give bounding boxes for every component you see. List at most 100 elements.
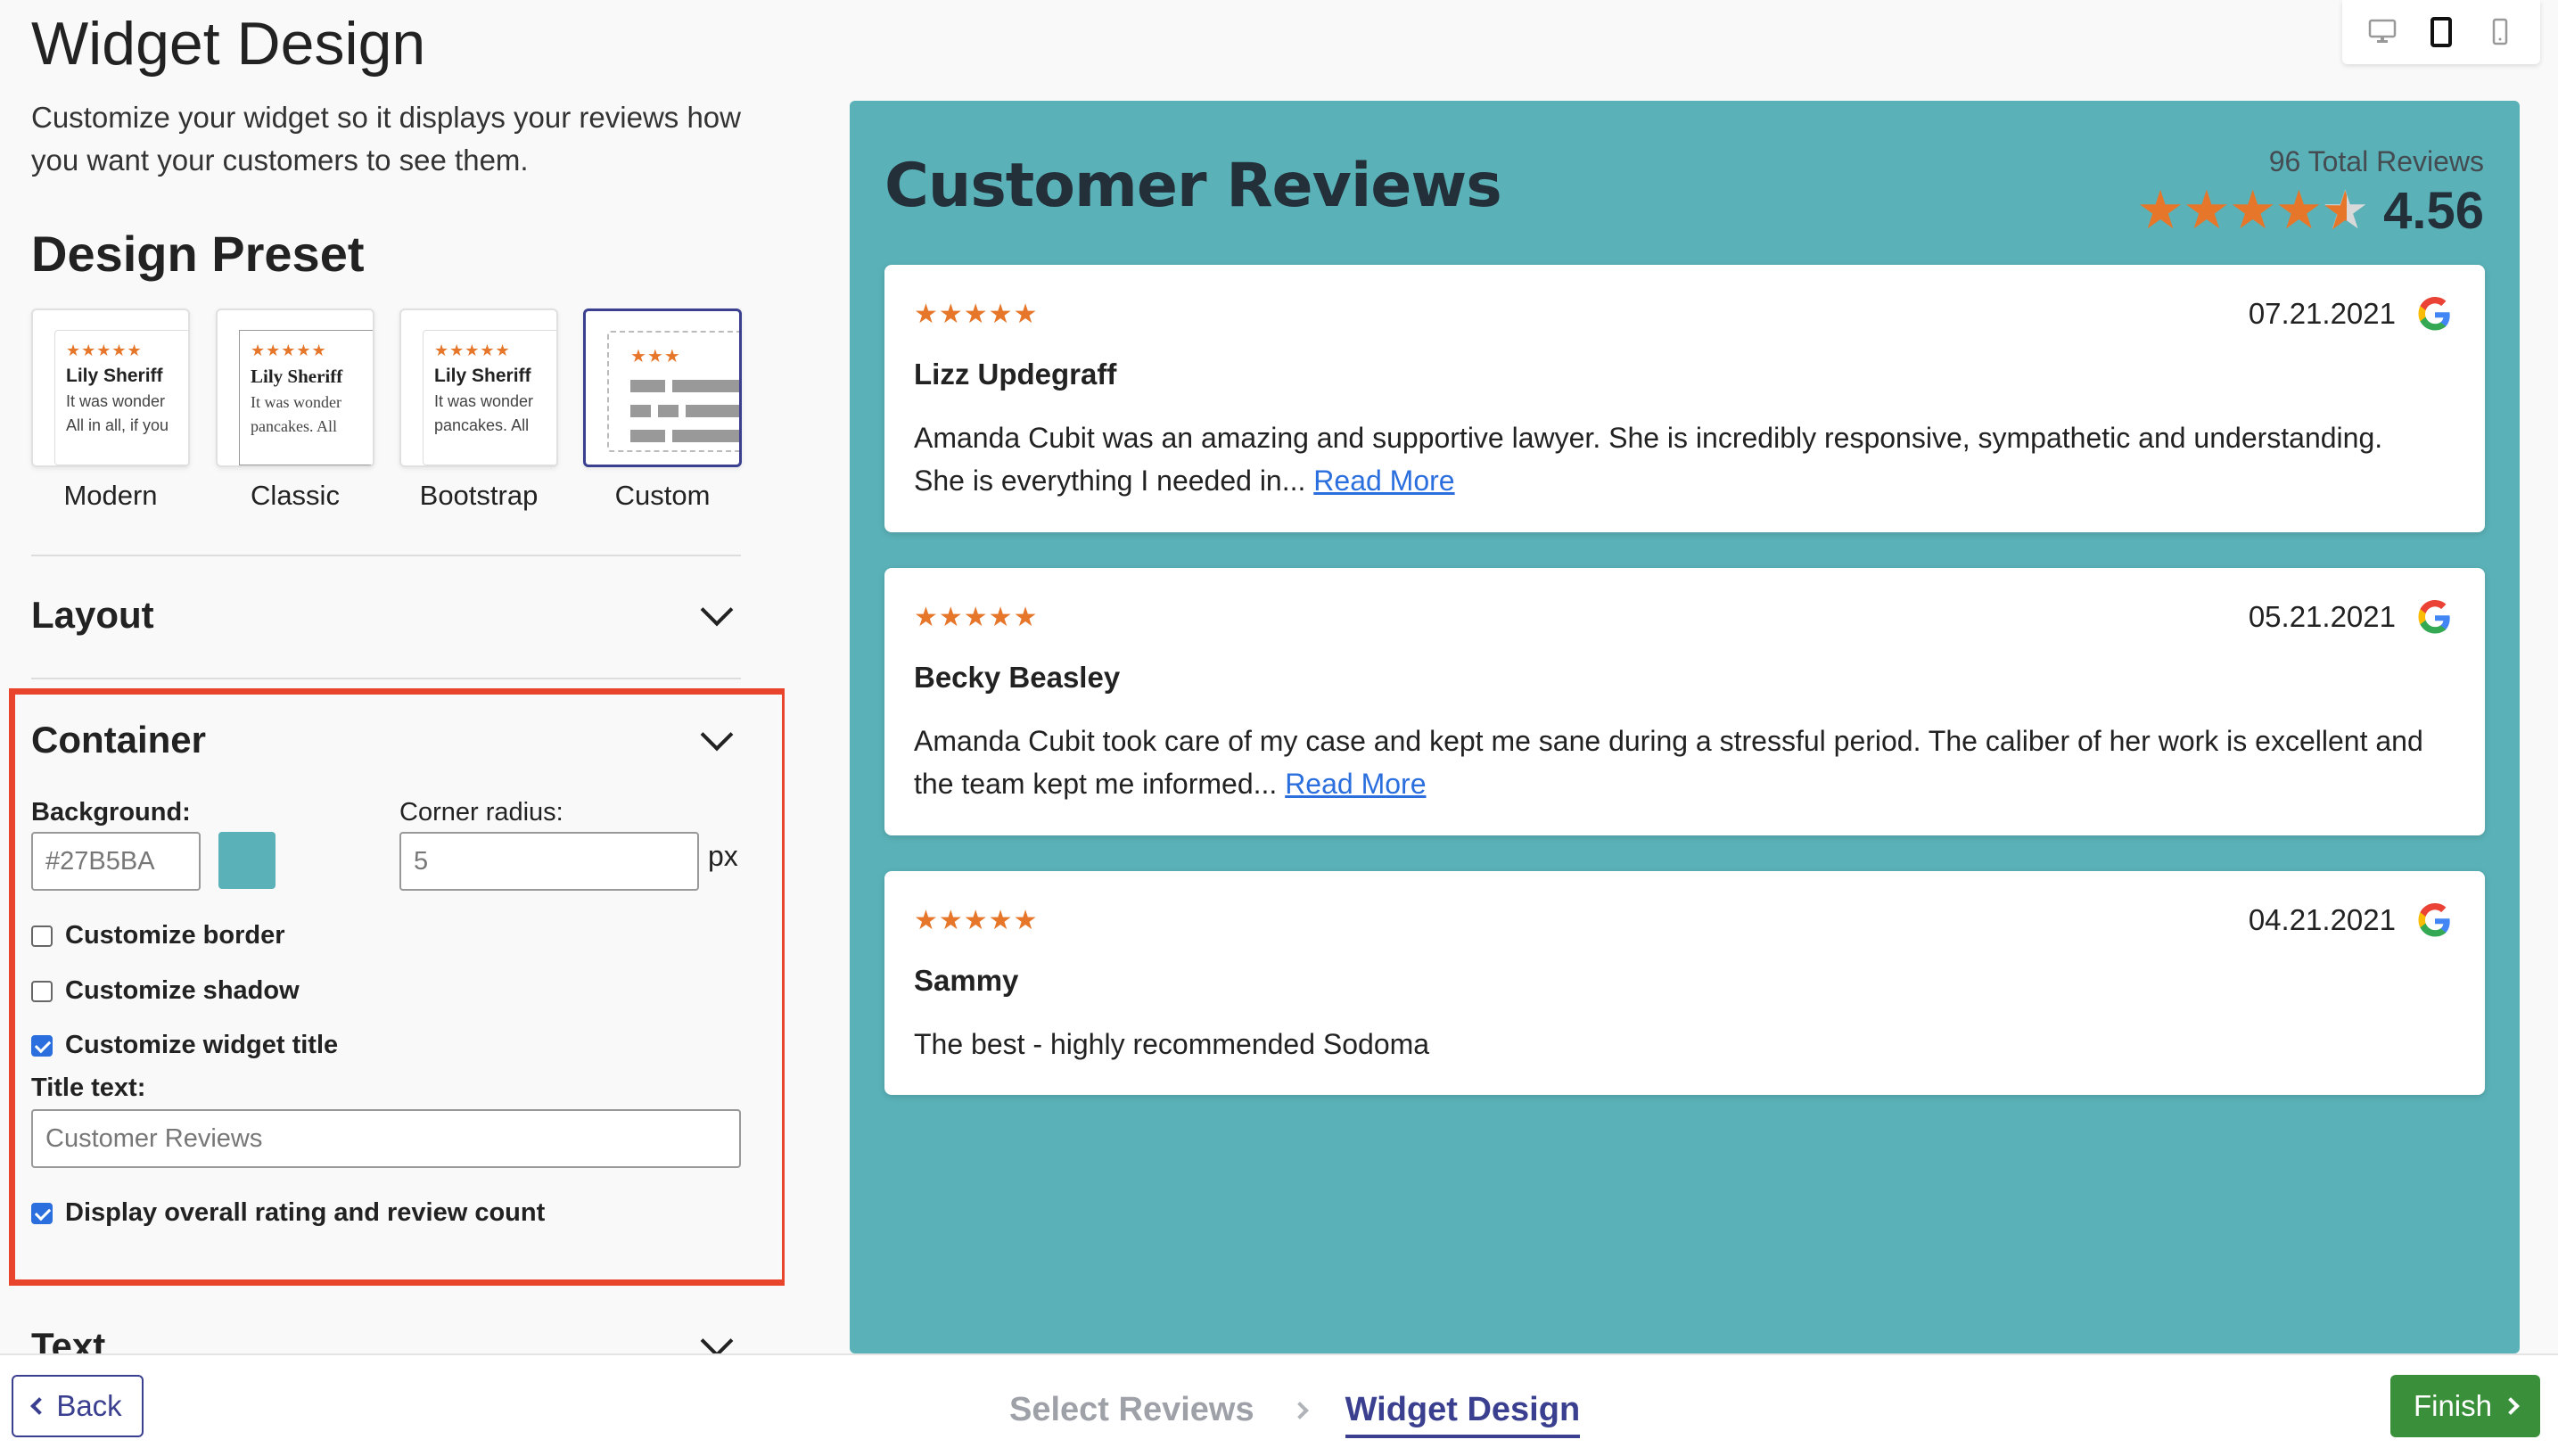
customize-border-checkbox[interactable]: Customize border [31,921,285,950]
read-more-link[interactable]: Read More [1313,465,1454,497]
preset-label: Classic [251,480,340,511]
widget-title: Customer Reviews [884,151,1502,221]
chevron-right-icon [2502,1397,2520,1415]
page-title: Widget Design [31,10,426,78]
mobile-icon[interactable] [2482,14,2518,50]
google-icon [2418,297,2450,331]
widget-preview: Customer Reviews 96 Total Reviews ★★★★★ ★… [850,101,2520,1353]
chevron-down-icon[interactable] [700,718,734,752]
text-heading: Text [31,1325,106,1353]
title-text-input[interactable]: Customer Reviews [31,1109,741,1168]
preset-modern[interactable]: ★★★★★ Lily Sheriff It was wonder All in … [31,308,190,512]
background-color-input[interactable]: #27B5BA [31,832,201,891]
preset-stars: ★★★ [630,347,681,366]
reviewer-name: Sammy [914,964,1019,997]
title-text-label: Title text: [31,1073,146,1102]
page-description: Customize your widget so it displays you… [31,101,741,177]
preset-stars: ★★★★★ [251,341,327,359]
review-date: 05.21.2021 [2248,600,2396,633]
review-date: 04.21.2021 [2248,903,2396,936]
checkbox-label: Customize shadow [65,976,300,1005]
back-button[interactable]: Back [12,1375,144,1437]
corner-radius-unit: px [708,840,738,872]
preset-thumbnail[interactable]: ★★★ [583,308,742,467]
review-stars: ★★★★★ [914,906,1039,935]
layout-heading: Layout [31,594,154,636]
preset-sample-text: It was wonder [434,392,534,410]
overall-rating: ★★★★★ ★ 4.56 [2136,179,2484,242]
review-body: Amanda Cubit was an amazing and supporti… [914,422,2383,497]
preset-sample-text: pancakes. All [251,417,337,435]
color-swatch[interactable] [218,832,276,889]
preset-list: ★★★★★ Lily Sheriff It was wonder All in … [31,308,744,514]
customize-widget-title-checkbox[interactable]: Customize widget title [31,1031,338,1060]
preset-bootstrap[interactable]: ★★★★★ Lily Sheriff It was wonder pancake… [399,308,558,512]
preset-label: Custom [614,480,711,511]
wizard-steps: Select Reviews Widget Design [1009,1382,1581,1438]
preset-sample-text: It was wonder [251,393,341,411]
display-overall-rating-checkbox[interactable]: Display overall rating and review count [31,1198,545,1228]
checkbox-checked-icon[interactable] [31,1034,53,1057]
preset-sample-text: All in all, if you [66,416,169,434]
divider [31,555,741,556]
preset-thumbnail[interactable]: ★★★★★ Lily Sheriff It was wonder pancake… [216,308,374,467]
chevron-down-icon[interactable] [700,593,734,627]
preset-thumbnail[interactable]: ★★★★★ Lily Sheriff It was wonder All in … [31,308,190,467]
container-accordion[interactable]: Container [31,713,741,767]
review-stars: ★★★★★ [914,300,1039,329]
settings-panel: Widget Design Customize your widget so i… [0,0,785,1353]
finish-label: Finish [2413,1389,2492,1422]
total-reviews: 96 Total Reviews [2268,145,2484,177]
corner-radius-label: Corner radius: [399,798,563,827]
preset-classic[interactable]: ★★★★★ Lily Sheriff It was wonder pancake… [216,308,374,512]
preset-sample-name: Lily Sheriff [434,366,531,386]
footer-bar: Back Select Reviews Widget Design Finish [0,1353,2558,1456]
design-preset-title: Design Preset [31,226,365,282]
review-stars: ★★★★★ [914,603,1039,632]
preset-custom[interactable]: ★★★ Custom [583,308,742,512]
preset-label: Modern [63,480,158,511]
rating-stars-icon: ★★★★★ ★ [2136,180,2369,241]
rating-value: 4.56 [2383,181,2484,240]
checkbox-label: Display overall rating and review count [65,1198,546,1227]
back-label: Back [56,1389,122,1422]
review-date: 07.21.2021 [2248,297,2396,330]
read-more-link[interactable]: Read More [1285,768,1426,800]
divider [31,678,741,679]
chevron-down-icon[interactable] [700,1324,734,1353]
checkbox-label: Customize border [65,921,285,950]
step-widget-design[interactable]: Widget Design [1345,1391,1581,1438]
layout-accordion[interactable]: Layout [31,588,741,642]
preset-stars: ★★★★★ [434,341,511,359]
finish-button[interactable]: Finish [2389,1375,2540,1437]
preset-sample-name: Lily Sheriff [251,366,343,387]
preset-sample-name: Lily Sheriff [66,366,163,386]
step-select-reviews[interactable]: Select Reviews [1009,1391,1254,1429]
checkbox-unchecked-icon[interactable] [31,980,53,1002]
preset-thumbnail[interactable]: ★★★★★ Lily Sheriff It was wonder pancake… [399,308,558,467]
container-heading: Container [31,719,207,761]
checkbox-unchecked-icon[interactable] [31,925,53,947]
tablet-icon[interactable] [2423,14,2459,50]
review-card: ★★★★★ 05.21.2021 Becky Beasley Amanda Cu… [884,568,2485,835]
chevron-left-icon [30,1397,49,1415]
reviewer-name: Becky Beasley [914,661,1121,694]
preset-sample-text: It was wonder [66,392,166,410]
customize-shadow-checkbox[interactable]: Customize shadow [31,976,300,1006]
preset-sample-text: pancakes. All [434,416,530,434]
checkbox-checked-icon[interactable] [31,1202,53,1224]
review-body: Amanda Cubit took care of my case and ke… [914,725,2423,800]
preset-label: Bootstrap [419,480,539,511]
reviewer-name: Lizz Updegraff [914,358,1117,391]
google-icon [2418,600,2450,634]
desktop-icon[interactable] [2365,14,2400,50]
chevron-right-icon [1290,1401,1309,1419]
checkbox-label: Customize widget title [65,1031,339,1059]
google-icon [2418,903,2450,937]
review-card: ★★★★★ 04.21.2021 Sammy The best - highly… [884,871,2485,1095]
text-accordion[interactable]: Text [31,1320,741,1353]
preset-stars: ★★★★★ [66,341,143,359]
review-body: The best - highly recommended Sodoma [914,1028,1430,1060]
review-card: ★★★★★ 07.21.2021 Lizz Updegraff Amanda C… [884,265,2485,532]
corner-radius-input[interactable]: 5 [399,832,699,891]
